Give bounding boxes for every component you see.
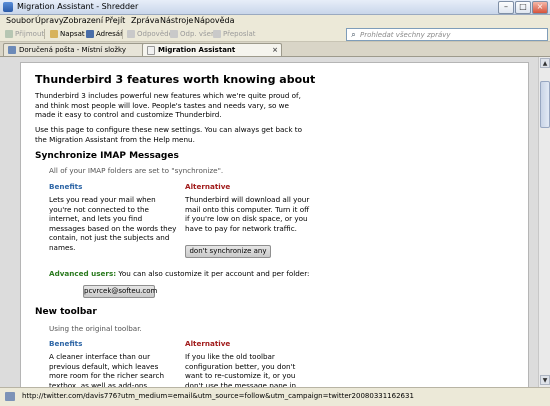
tab-migration-label: Migration Assistant [158, 46, 236, 54]
scroll-thumb[interactable] [540, 81, 550, 128]
advanced-users-line: Advanced users: You can also customize i… [49, 269, 309, 279]
minimize-button[interactable]: – [498, 1, 514, 14]
migration-page: Thunderbird 3 features worth knowing abo… [20, 62, 529, 387]
search-icon: ⌕ [351, 30, 356, 39]
menu-file[interactable]: Soubor [6, 16, 34, 25]
toolbar-alternative-label: Alternative [185, 339, 231, 348]
reply-all-button[interactable]: Odp. všem [170, 28, 218, 39]
forward-label: Přeposlat [223, 29, 256, 38]
address-book-label: Adresář [96, 29, 123, 38]
account-button[interactable]: pcvrcek@softeu.com [83, 285, 157, 298]
imap-benefits-text: Lets you read your mail when you're not … [49, 195, 177, 252]
forward-button[interactable]: Přeposlat [213, 28, 255, 39]
scroll-up-icon[interactable]: ▲ [540, 58, 550, 68]
window-controls: – □ × [498, 1, 548, 14]
reply-all-icon [170, 29, 178, 38]
inbox-icon [8, 46, 16, 54]
toolbar-status: Using the original toolbar. [49, 324, 142, 333]
advanced-users-label: Advanced users: [49, 269, 117, 278]
content-area: Thunderbird 3 features worth knowing abo… [0, 57, 538, 387]
menu-message[interactable]: Zpráva [131, 16, 159, 25]
tab-migration-assistant[interactable]: Migration Assistant × [142, 43, 282, 56]
address-book-button[interactable]: Adresář [86, 28, 123, 39]
menu-tools[interactable]: Nástroje [160, 16, 193, 25]
menu-view[interactable]: Zobrazení [63, 16, 103, 25]
reply-icon [127, 29, 135, 38]
tab-bar: Doručená pošta - Místní složky Migration… [0, 42, 550, 57]
tab-inbox-label: Doručená pošta - Místní složky [19, 46, 126, 54]
close-button[interactable]: × [532, 1, 548, 14]
scroll-down-icon[interactable]: ▼ [540, 375, 550, 385]
dont-synchronize-button[interactable]: don't synchronize any [185, 245, 271, 258]
toolbar-benefits-label: Benefits [49, 339, 83, 348]
close-tab-icon[interactable]: × [272, 46, 278, 54]
compose-icon [50, 29, 58, 38]
howto-text: Use this page to configure these new set… [35, 125, 303, 144]
title-bar: Migration Assistant - Shredder – □ × [0, 0, 550, 15]
menu-go[interactable]: Přejít [105, 16, 125, 25]
get-mail-label: Přijmout [15, 29, 45, 38]
toolbar-heading: New toolbar [35, 307, 97, 317]
toolbar-alternative-text: If you like the old toolbar configuratio… [185, 352, 297, 387]
imap-status: All of your IMAP folders are set to "syn… [49, 166, 224, 175]
download-icon [5, 29, 13, 38]
reply-button[interactable]: Odpovědět [127, 28, 176, 39]
forward-icon [213, 29, 221, 38]
write-label: Napsat [60, 29, 85, 38]
window-title: Migration Assistant - Shredder [17, 2, 139, 11]
online-status-icon[interactable] [5, 392, 15, 401]
advanced-users-text: You can also customize it per account an… [118, 269, 310, 278]
address-book-icon [86, 29, 94, 38]
toolbar-benefits-text: A cleaner interface than our previous de… [49, 352, 165, 387]
vertical-scrollbar[interactable]: ▲ ▼ [538, 57, 550, 387]
imap-alternative-label: Alternative [185, 182, 231, 191]
status-bar: http://twitter.com/davis776?utm_medium=e… [0, 387, 550, 406]
write-button[interactable]: Napsat [50, 28, 85, 39]
get-mail-button[interactable]: Přijmout [5, 28, 44, 39]
status-url: http://twitter.com/davis776?utm_medium=e… [22, 392, 414, 400]
toolbar-separator [44, 29, 45, 39]
page-title: Thunderbird 3 features worth knowing abo… [35, 73, 316, 86]
intro-text: Thunderbird 3 includes powerful new feat… [35, 91, 301, 119]
maximize-button[interactable]: □ [515, 1, 531, 14]
page-icon [147, 45, 155, 55]
toolbar-separator [122, 29, 123, 39]
menu-edit[interactable]: Úpravy [35, 16, 64, 25]
imap-benefits-label: Benefits [49, 182, 83, 191]
imap-alternative-text: Thunderbird will download all your mail … [185, 195, 310, 233]
tab-inbox[interactable]: Doručená pošta - Místní složky [3, 43, 148, 56]
search-placeholder: Prohledat všechny zprávy [360, 30, 451, 39]
menu-bar: Soubor Úpravy Zobrazení Přejít Zpráva Ná… [0, 15, 550, 27]
menu-help[interactable]: Nápověda [194, 16, 235, 25]
app-icon [3, 2, 13, 12]
imap-heading: Synchronize IMAP Messages [35, 151, 179, 161]
search-input[interactable]: ⌕ Prohledat všechny zprávy [346, 28, 548, 41]
